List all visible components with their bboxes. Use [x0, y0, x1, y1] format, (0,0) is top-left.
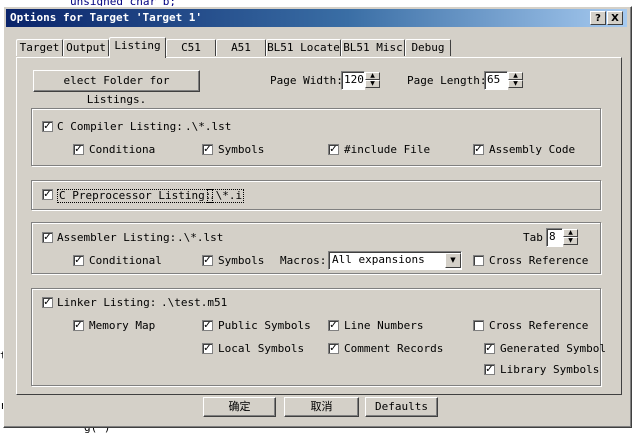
spin-down-icon[interactable]: ▼ [508, 80, 523, 88]
linker-cross-ref-checkbox[interactable] [473, 320, 484, 331]
page-length-label: Page Length: [407, 74, 487, 87]
page-width-spinner[interactable]: ▲ ▼ [365, 72, 380, 89]
tab-target[interactable]: Target [16, 39, 63, 56]
memory-map-label: Memory Map [89, 319, 156, 332]
generated-symbol-label: Generated Symbol [500, 342, 606, 355]
assembler-checkbox[interactable]: ✓ [42, 232, 53, 243]
options-dialog: Options for Target 'Target 1' ? X Target… [3, 6, 632, 428]
linker-path: .\test.m51 [161, 296, 228, 309]
help-button[interactable]: ? [590, 11, 606, 25]
linker-cross-ref-label: Cross Reference [489, 319, 589, 332]
spin-down-icon[interactable]: ▼ [563, 237, 578, 245]
c-preprocessor-checkbox[interactable]: ✓ [42, 189, 53, 200]
comment-records-checkbox[interactable]: ✓ [328, 343, 339, 354]
asm-cross-ref-checkbox[interactable] [473, 255, 484, 266]
c-assembly-label: Assembly Code [489, 143, 576, 156]
spin-up-icon[interactable]: ▲ [365, 72, 380, 80]
spin-up-icon[interactable]: ▲ [563, 229, 578, 237]
tab-bl51-locate[interactable]: BL51 Locate [266, 39, 341, 56]
macros-label: Macros: [280, 254, 327, 267]
asm-conditional-label: Conditional [89, 254, 162, 267]
line-numbers-checkbox[interactable]: ✓ [328, 320, 339, 331]
library-symbols-label: Library Symbols [500, 363, 600, 376]
linker-label: Linker Listing: [57, 296, 157, 309]
public-symbols-checkbox[interactable]: ✓ [202, 320, 213, 331]
tab-bl51-misc[interactable]: BL51 Misc [341, 39, 405, 56]
asm-symbols-label: Symbols [218, 254, 265, 267]
c-assembly-checkbox[interactable]: ✓ [473, 144, 484, 155]
local-symbols-checkbox[interactable]: ✓ [202, 343, 213, 354]
spin-down-icon[interactable]: ▼ [365, 80, 380, 88]
comment-records-label: Comment Records [344, 342, 444, 355]
library-symbols-checkbox[interactable]: ✓ [484, 364, 495, 375]
memory-map-checkbox[interactable]: ✓ [73, 320, 84, 331]
c-include-checkbox[interactable]: ✓ [328, 144, 339, 155]
c-conditional-checkbox[interactable]: ✓ [73, 144, 84, 155]
listing-panel: elect Folder for Listings. Page Width: 1… [16, 57, 622, 395]
cancel-button[interactable]: 取消 [284, 397, 359, 417]
generated-symbol-checkbox[interactable]: ✓ [484, 343, 495, 354]
c-preprocessor-label: C Preprocessor Listing: [57, 189, 214, 203]
title-bar: Options for Target 'Target 1' ? X [6, 9, 627, 27]
defaults-button[interactable]: Defaults [365, 397, 438, 417]
c-compiler-checkbox[interactable]: ✓ [42, 121, 53, 132]
tab-listing[interactable]: Listing [109, 37, 166, 58]
tab-size-spinner[interactable]: ▲ ▼ [563, 229, 578, 246]
assembler-label: Assembler Listing: [57, 231, 177, 244]
tab-a51[interactable]: A51 [216, 39, 266, 56]
ok-button[interactable]: 确定 [203, 397, 276, 417]
c-preprocessor-path: .\*.i [207, 189, 245, 203]
c-compiler-label: C Compiler Listing: [57, 120, 183, 133]
macros-select[interactable]: All expansions [328, 251, 462, 270]
tab-size-label: Tab [523, 231, 543, 244]
tab-c51[interactable]: C51 [166, 39, 216, 56]
tab-debug[interactable]: Debug [405, 39, 451, 56]
spin-up-icon[interactable]: ▲ [508, 72, 523, 80]
line-numbers-label: Line Numbers [344, 319, 424, 332]
c-symbols-label: Symbols [218, 143, 265, 156]
page-width-label: Page Width: [270, 74, 343, 87]
select-folder-button[interactable]: elect Folder for Listings. [33, 70, 200, 106]
assembler-path: .\*.lst [177, 231, 224, 244]
chevron-down-icon[interactable]: ▼ [445, 253, 461, 268]
asm-conditional-checkbox[interactable]: ✓ [73, 255, 84, 266]
linker-checkbox[interactable]: ✓ [42, 297, 53, 308]
public-symbols-label: Public Symbols [218, 319, 311, 332]
c-symbols-checkbox[interactable]: ✓ [202, 144, 213, 155]
asm-symbols-checkbox[interactable]: ✓ [202, 255, 213, 266]
c-include-label: #include File [344, 143, 431, 156]
local-symbols-label: Local Symbols [218, 342, 305, 355]
c-compiler-path: .\*.lst [185, 120, 232, 133]
window-title: Options for Target 'Target 1' [10, 11, 203, 24]
c-compiler-group [31, 108, 601, 166]
page-width-input[interactable]: 120 [341, 71, 365, 90]
close-button[interactable]: X [607, 11, 623, 25]
tab-size-input[interactable]: 8 [546, 228, 563, 247]
page-length-spinner[interactable]: ▲ ▼ [508, 72, 523, 89]
page-length-input[interactable]: 65 [484, 71, 508, 90]
c-conditional-label: Conditiona [89, 143, 156, 156]
asm-cross-ref-label: Cross Reference [489, 254, 589, 267]
tab-output[interactable]: Output [63, 39, 109, 56]
